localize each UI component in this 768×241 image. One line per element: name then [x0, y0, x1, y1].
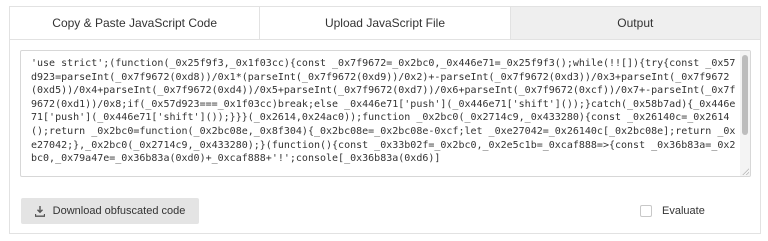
tab-bar: Copy & Paste JavaScript Code Upload Java…: [10, 7, 760, 40]
scrollbar[interactable]: [740, 51, 750, 176]
download-button-label: Download obfuscated code: [52, 205, 186, 217]
download-icon: [34, 205, 45, 217]
tab-copy-paste[interactable]: Copy & Paste JavaScript Code: [10, 7, 261, 39]
resize-handle-icon[interactable]: [742, 168, 749, 175]
evaluate-option[interactable]: Evaluate: [640, 205, 705, 217]
download-button[interactable]: Download obfuscated code: [21, 198, 199, 224]
evaluate-label[interactable]: Evaluate: [662, 205, 705, 217]
scroll-thumb[interactable]: [742, 55, 748, 135]
evaluate-checkbox[interactable]: [640, 205, 652, 217]
tab-upload-file[interactable]: Upload JavaScript File: [260, 7, 511, 39]
output-textarea[interactable]: 'use strict';(function(_0x25f9f3,_0x1f03…: [20, 50, 751, 177]
obfuscated-code[interactable]: 'use strict';(function(_0x25f9f3,_0x1f03…: [31, 57, 736, 176]
obfuscator-panel: Copy & Paste JavaScript Code Upload Java…: [9, 6, 761, 234]
tab-output[interactable]: Output: [510, 7, 760, 39]
